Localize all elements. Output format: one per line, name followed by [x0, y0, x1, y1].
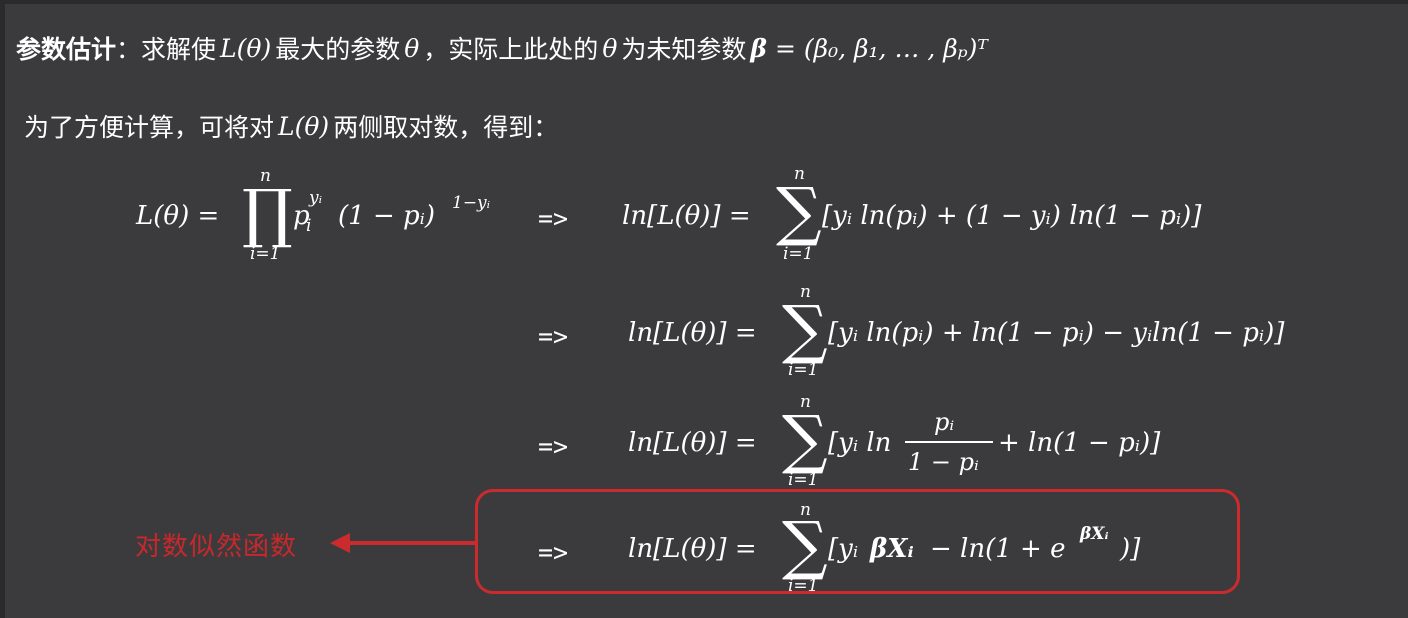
eq2-rhs: [yᵢ ln(pᵢ) + ln(1 − pᵢ) − yᵢln(1 − pᵢ)] — [828, 318, 1285, 348]
eq3-rhs-a: [yᵢ ln — [828, 428, 892, 458]
implies-arrow-2: => — [538, 322, 569, 351]
eq1-prod-lower: i=1 — [250, 244, 281, 264]
log-transform-line: 为了方便计算，可将对 L(θ) 两侧取对数，得到： — [24, 104, 558, 148]
eq4-rhs-c: )] — [1120, 534, 1141, 564]
line1-text-d: 为未知参数 — [621, 35, 747, 64]
section-title: 参数估计 — [16, 35, 117, 64]
eq4-exponent: βXᵢ — [1080, 524, 1109, 544]
math-L-theta: L(θ) — [220, 33, 272, 63]
eq2-sum-lower: i=1 — [788, 360, 819, 380]
eq3-sum-lower: i=1 — [788, 470, 819, 490]
sum-symbol-2: ∑ — [782, 293, 828, 367]
implies-arrow-1: => — [538, 204, 569, 233]
callout-arrow-icon — [330, 533, 476, 553]
sum-symbol-3: ∑ — [782, 403, 828, 477]
eq4-sum-lower: i=1 — [788, 576, 819, 596]
eq4-rhs-b: − ln(1 + e — [930, 534, 1066, 564]
line2-text-a: 为了方便计算，可将对 — [24, 113, 275, 142]
eq1-log-lhs: ln[L(θ)] = — [622, 201, 751, 231]
implies-arrow-4: => — [538, 538, 569, 567]
math-theta: θ — [404, 33, 420, 63]
title-colon: ： — [116, 35, 142, 64]
eq1-sum-lower: i=1 — [783, 244, 814, 264]
eq4-beta-x-bold: βXᵢ — [870, 534, 914, 564]
eq1-rest-sup: 1−yᵢ — [452, 193, 491, 213]
line1-text-a: 求解使 — [141, 35, 217, 64]
eq1-p-sub: i — [306, 216, 312, 236]
product-symbol: ∏ — [242, 177, 293, 251]
eq3-fraction-bar — [905, 441, 993, 443]
eq3-rhs-b: + ln(1 − pᵢ)] — [998, 428, 1161, 458]
eq1-p-sup: yᵢ — [309, 188, 323, 208]
eq2-lhs: ln[L(θ)] = — [628, 318, 757, 348]
line1-text-b: 最大的参数 — [275, 35, 401, 64]
implies-arrow-3: => — [538, 432, 569, 461]
eq4-rhs-a: [yᵢ — [828, 534, 859, 564]
line1-text-c: ，实际上此处的 — [423, 35, 599, 64]
eq1-lhs: L(θ) = — [136, 201, 220, 231]
eq1-log-rhs: [yᵢ ln(pᵢ) + (1 − yᵢ) ln(1 − pᵢ)] — [822, 201, 1202, 231]
eq4-lhs: ln[L(θ)] = — [628, 534, 757, 564]
eq1-rest: (1 − pᵢ) — [338, 201, 436, 231]
math-beta-definition: = (β₀, β₁, … , βₚ)ᵀ — [775, 33, 988, 63]
log-likelihood-label: 对数似然函数 — [135, 532, 298, 562]
sum-symbol-4: ∑ — [782, 509, 828, 583]
line2-text-b: 两侧取对数，得到： — [333, 113, 559, 142]
math-theta-2: θ — [602, 33, 618, 63]
eq3-fraction-numerator: pᵢ — [934, 408, 955, 436]
parameter-estimation-line: 参数估计 ： 求解使 L(θ) 最大的参数 θ ，实际上此处的 θ 为未知参数 … — [16, 26, 992, 70]
eq3-lhs: ln[L(θ)] = — [628, 428, 757, 458]
eq3-fraction-denominator: 1 − pᵢ — [908, 448, 979, 476]
sum-symbol-1: ∑ — [776, 175, 822, 249]
math-L-theta-2: L(θ) — [278, 111, 330, 141]
math-beta-bold: β — [750, 33, 767, 63]
